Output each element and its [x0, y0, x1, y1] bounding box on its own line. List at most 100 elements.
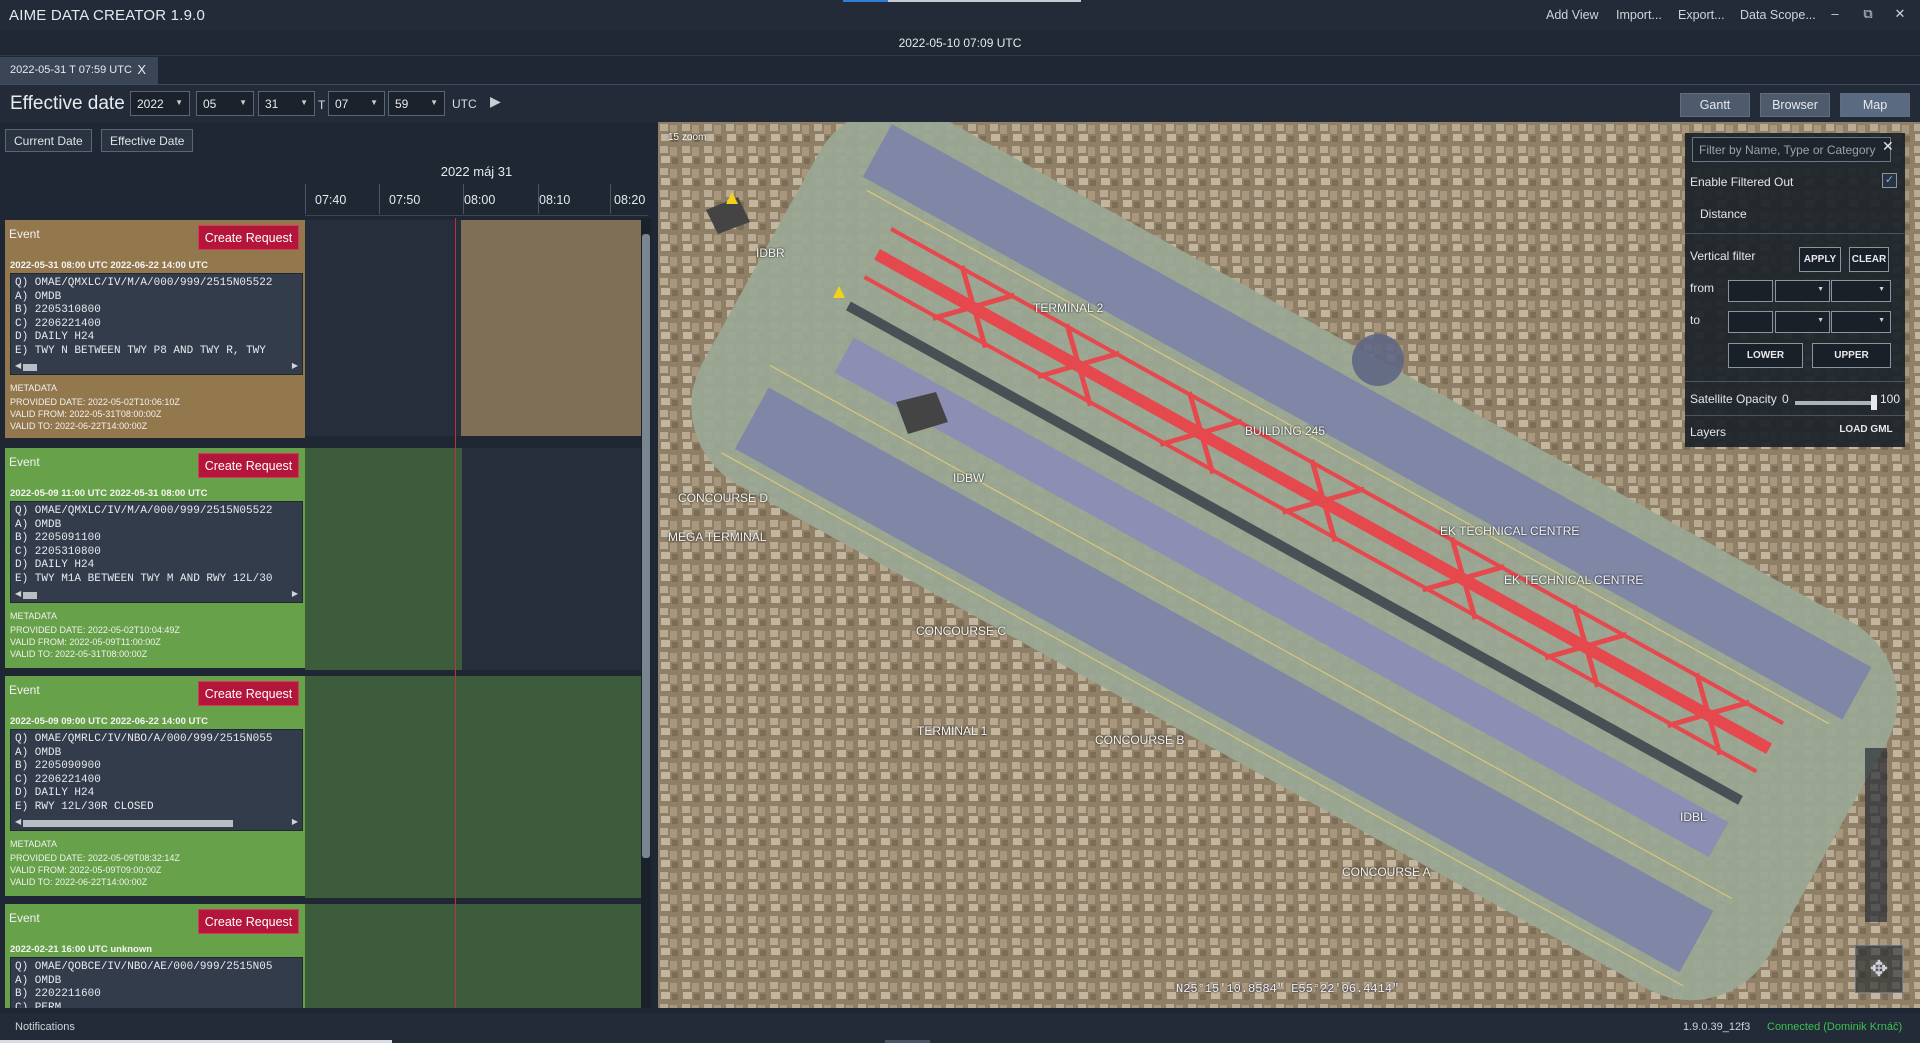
- notam-text-box[interactable]: Q) OMAE/QMRLC/IV/NBO/A/000/999/2515N055 …: [10, 729, 303, 831]
- opacity-slider-thumb[interactable]: [1871, 395, 1877, 410]
- gantt-bar[interactable]: [461, 220, 643, 436]
- day-select[interactable]: 31 ▼: [258, 91, 315, 116]
- gantt-bar[interactable]: [305, 676, 643, 898]
- current-time-marker: [455, 218, 456, 1008]
- chevron-down-icon: ▼: [430, 98, 438, 107]
- scroll-right-icon[interactable]: ▶: [292, 817, 298, 826]
- tab-close-icon[interactable]: X: [137, 62, 146, 77]
- menu-data-scope[interactable]: Data Scope...: [1740, 8, 1816, 22]
- event-card[interactable]: Event Create Request 2022-05-09 11:00 UT…: [5, 448, 305, 668]
- tab-map[interactable]: Map: [1840, 93, 1910, 117]
- year-select[interactable]: 2022 ▼: [130, 91, 190, 116]
- gantt-bar[interactable]: [305, 904, 643, 1008]
- restore-icon[interactable]: ⧉: [1858, 6, 1878, 22]
- lower-button[interactable]: LOWER: [1728, 343, 1803, 368]
- layers-label: Layers: [1690, 425, 1727, 439]
- upper-button[interactable]: UPPER: [1812, 343, 1891, 368]
- pan-control-icon[interactable]: ✥: [1855, 945, 1903, 993]
- notam-text-box[interactable]: Q) OMAE/QOBCE/IV/NBO/AE/000/999/2515N05 …: [10, 957, 303, 1008]
- satellite-opacity-label: Satellite Opacity: [1690, 392, 1777, 406]
- scroll-left-icon[interactable]: ◀: [15, 817, 21, 826]
- minute-select[interactable]: 59 ▼: [388, 91, 445, 116]
- from-value-input[interactable]: [1728, 280, 1773, 302]
- notam-text-box[interactable]: Q) OMAE/QMXLC/IV/M/A/000/999/2515N05522 …: [10, 273, 303, 375]
- scroll-left-icon[interactable]: ◀: [15, 361, 21, 370]
- map-label: CONCOURSE D: [678, 491, 769, 505]
- gantt-date: 2022 máj 31: [440, 164, 513, 179]
- notam-scroll-thumb[interactable]: [23, 364, 37, 371]
- month-select[interactable]: 05 ▼: [196, 91, 254, 116]
- clear-button[interactable]: CLEAR: [1849, 247, 1889, 272]
- tab-gantt[interactable]: Gantt: [1680, 93, 1750, 117]
- notam-text: Q) OMAE/QMRLC/IV/NBO/A/000/999/2515N055 …: [15, 733, 273, 813]
- metadata-valid-from: VALID FROM: 2022-05-09T11:00:00Z: [10, 637, 161, 647]
- scroll-right-icon[interactable]: ▶: [292, 589, 298, 598]
- day-value: 31: [265, 97, 279, 111]
- metadata-valid-to: VALID TO: 2022-06-22T14:00:00Z: [10, 877, 148, 887]
- opacity-slider[interactable]: [1795, 401, 1875, 405]
- to-unit-select[interactable]: ▼: [1775, 311, 1830, 333]
- divider: [1685, 381, 1905, 382]
- event-card[interactable]: Event Create Request 2022-05-31 08:00 UT…: [5, 220, 305, 438]
- from-reference-select[interactable]: ▼: [1831, 280, 1891, 302]
- map-label: TERMINAL 2: [1033, 301, 1104, 315]
- chevron-down-icon: ▼: [300, 98, 308, 107]
- document-tab[interactable]: 2022-05-31 T 07:59 UTC X: [0, 57, 158, 84]
- create-request-button[interactable]: Create Request: [198, 909, 299, 934]
- building-245: [1352, 334, 1404, 386]
- menu-export[interactable]: Export...: [1678, 8, 1725, 22]
- from-unit-select[interactable]: ▼: [1775, 280, 1830, 302]
- close-icon[interactable]: ✕: [1890, 6, 1910, 22]
- close-icon[interactable]: ✕: [1882, 138, 1894, 155]
- menu-import[interactable]: Import...: [1616, 8, 1662, 22]
- current-date-button[interactable]: Current Date: [5, 129, 92, 152]
- metadata-valid-from: VALID FROM: 2022-05-09T09:00:00Z: [10, 865, 162, 875]
- apply-button[interactable]: APPLY: [1799, 247, 1841, 272]
- event-card[interactable]: Event Create Request 2022-02-21 16:00 UT…: [5, 904, 305, 1008]
- enable-filtered-out-checkbox[interactable]: ✓: [1882, 173, 1897, 188]
- to-label: to: [1690, 313, 1701, 327]
- effective-date-button[interactable]: Effective Date: [101, 129, 194, 152]
- chevron-down-icon: ▼: [370, 98, 378, 107]
- gantt-row: [305, 448, 643, 670]
- create-request-button[interactable]: Create Request: [198, 681, 299, 706]
- notam-scrollbar[interactable]: ◀ ▶: [15, 817, 298, 828]
- distance-filter[interactable]: Distance: [1700, 207, 1747, 221]
- play-icon[interactable]: ▶: [490, 93, 510, 113]
- load-gml-button[interactable]: LOAD GML: [1835, 418, 1897, 443]
- divider: [1685, 415, 1905, 416]
- notam-scrollbar[interactable]: ◀ ▶: [15, 589, 298, 600]
- vertical-filter-label: Vertical filter: [1690, 249, 1756, 263]
- notifications-button[interactable]: Notifications: [15, 1021, 75, 1033]
- notam-scroll-thumb[interactable]: [23, 820, 233, 827]
- minimize-icon[interactable]: –: [1825, 6, 1845, 21]
- metadata-title: METADATA: [10, 839, 57, 849]
- scroll-right-icon[interactable]: ▶: [292, 361, 298, 370]
- create-request-button[interactable]: Create Request: [198, 225, 299, 250]
- enable-filtered-out-label: Enable Filtered Out: [1690, 175, 1794, 189]
- hour-select[interactable]: 07 ▼: [328, 91, 385, 116]
- menu-add-view[interactable]: Add View: [1546, 8, 1599, 22]
- map-label: CONCOURSE A: [1342, 865, 1431, 879]
- month-value: 05: [203, 97, 217, 111]
- current-time-bar: 2022-05-10 07:09 UTC: [0, 30, 1920, 56]
- filter-input[interactable]: Filter by Name, Type or Category: [1692, 137, 1891, 162]
- create-request-button[interactable]: Create Request: [198, 453, 299, 478]
- notam-scroll-thumb[interactable]: [23, 592, 37, 599]
- event-label: Event: [9, 683, 40, 697]
- minute-value: 59: [395, 97, 409, 111]
- gantt-time-label: 08:10: [539, 193, 571, 207]
- notam-scrollbar[interactable]: ◀ ▶: [15, 361, 298, 372]
- to-reference-select[interactable]: ▼: [1831, 311, 1891, 333]
- to-value-input[interactable]: [1728, 311, 1773, 333]
- scroll-left-icon[interactable]: ◀: [15, 589, 21, 598]
- gantt-bar[interactable]: [305, 448, 462, 670]
- time-separator: T: [318, 98, 326, 112]
- event-card[interactable]: Event Create Request 2022-05-09 09:00 UT…: [5, 676, 305, 896]
- map-label: CONCOURSE B: [1095, 733, 1185, 747]
- notam-text-box[interactable]: Q) OMAE/QMXLC/IV/M/A/000/999/2515N05522 …: [10, 501, 303, 603]
- zoom-slider[interactable]: [1865, 748, 1887, 922]
- gantt-scrollbar-thumb[interactable]: [642, 234, 650, 858]
- gantt-tick: [379, 184, 380, 214]
- tab-browser[interactable]: Browser: [1760, 93, 1830, 117]
